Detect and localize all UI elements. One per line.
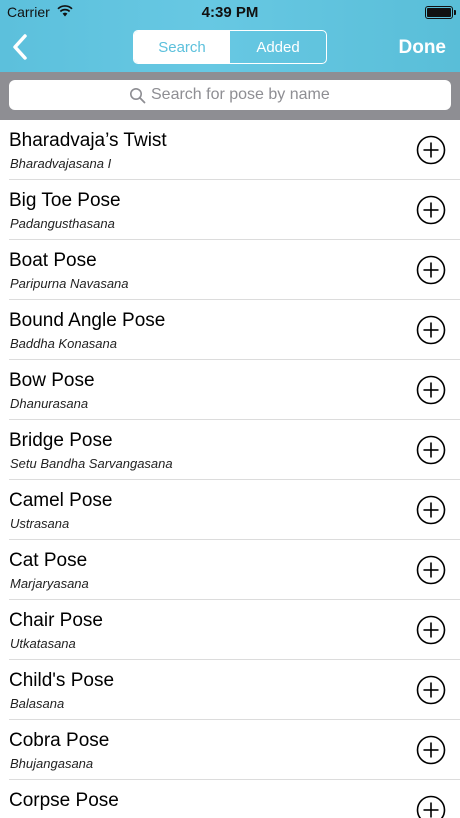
pose-sanskrit-name: Padangusthasana [10, 216, 115, 231]
pose-row[interactable]: Bharadvaja’s Twist Bharadvajasana I [0, 120, 460, 180]
pose-name: Camel Pose [9, 490, 113, 511]
pose-row[interactable]: Child's Pose Balasana [0, 660, 460, 720]
pose-sanskrit-name: Setu Bandha Sarvangasana [10, 456, 173, 471]
add-pose-icon[interactable] [416, 135, 446, 165]
pose-row[interactable]: Bridge Pose Setu Bandha Sarvangasana [0, 420, 460, 480]
pose-name: Chair Pose [9, 610, 103, 631]
pose-sanskrit-name: Marjaryasana [10, 576, 89, 591]
add-pose-icon[interactable] [416, 615, 446, 645]
pose-row[interactable]: Bound Angle Pose Baddha Konasana [0, 300, 460, 360]
add-pose-icon[interactable] [416, 795, 446, 818]
pose-row[interactable]: Camel Pose Ustrasana [0, 480, 460, 540]
back-chevron-icon[interactable] [8, 33, 34, 61]
pose-list: Bharadvaja’s Twist Bharadvajasana I Big To… [0, 120, 460, 818]
nav-header: Carrier 4:39 PM Search Added Done [0, 0, 460, 72]
pose-sanskrit-name: Dhanurasana [10, 396, 89, 411]
pose-row[interactable]: Corpse Pose [0, 780, 460, 818]
status-time: 4:39 PM [201, 4, 259, 21]
pose-sanskrit-name: Utkatasana [10, 636, 76, 651]
pose-sanskrit-name: Ustrasana [10, 516, 70, 531]
pose-name: Child's Pose [9, 670, 115, 691]
add-pose-icon[interactable] [416, 195, 446, 225]
status-bar: Carrier 4:39 PM [0, 0, 460, 24]
add-pose-icon[interactable] [416, 435, 446, 465]
add-pose-icon[interactable] [416, 315, 446, 345]
pose-name: Boat Pose [9, 250, 97, 271]
pose-row[interactable]: Cat Pose Marjaryasana [0, 540, 460, 600]
pose-row[interactable]: Big Toe Pose Padangusthasana [0, 180, 460, 240]
pose-row[interactable]: Chair Pose Utkatasana [0, 600, 460, 660]
pose-sanskrit-name: Paripurna Navasana [10, 276, 129, 291]
add-pose-icon[interactable] [416, 255, 446, 285]
search-input[interactable] [9, 80, 451, 110]
pose-row[interactable]: Bow Pose Dhanurasana [0, 360, 460, 420]
pose-name: Bridge Pose [9, 430, 113, 451]
pose-sanskrit-name: Bhujangasana [10, 756, 94, 771]
add-pose-icon[interactable] [416, 675, 446, 705]
pose-sanskrit-name: Baddha Konasana [10, 336, 117, 351]
pose-name: Bharadvaja’s Twist [9, 130, 167, 151]
search-box [9, 80, 451, 110]
add-pose-icon[interactable] [416, 375, 446, 405]
pose-name: Bow Pose [9, 370, 95, 391]
pose-name: Bound Angle Pose [9, 310, 166, 331]
pose-sanskrit-name: Balasana [10, 696, 65, 711]
add-pose-icon[interactable] [416, 555, 446, 585]
pose-row[interactable]: Cobra Pose Bhujangasana [0, 720, 460, 780]
pose-row[interactable]: Boat Pose Paripurna Navasana [0, 240, 460, 300]
search-bar [0, 72, 460, 120]
pose-name: Cobra Pose [9, 730, 110, 751]
add-pose-icon[interactable] [416, 735, 446, 765]
segment-search[interactable]: Search [134, 31, 230, 63]
segmented-control: Search Added [133, 30, 327, 64]
segment-added[interactable]: Added [230, 31, 326, 63]
add-pose-icon[interactable] [416, 495, 446, 525]
pose-sanskrit-name: Bharadvajasana I [10, 156, 112, 171]
pose-name: Big Toe Pose [9, 190, 121, 211]
done-button[interactable]: Done [399, 37, 447, 59]
battery-icon [425, 6, 456, 19]
pose-name: Corpse Pose [9, 790, 119, 811]
pose-name: Cat Pose [9, 550, 88, 571]
